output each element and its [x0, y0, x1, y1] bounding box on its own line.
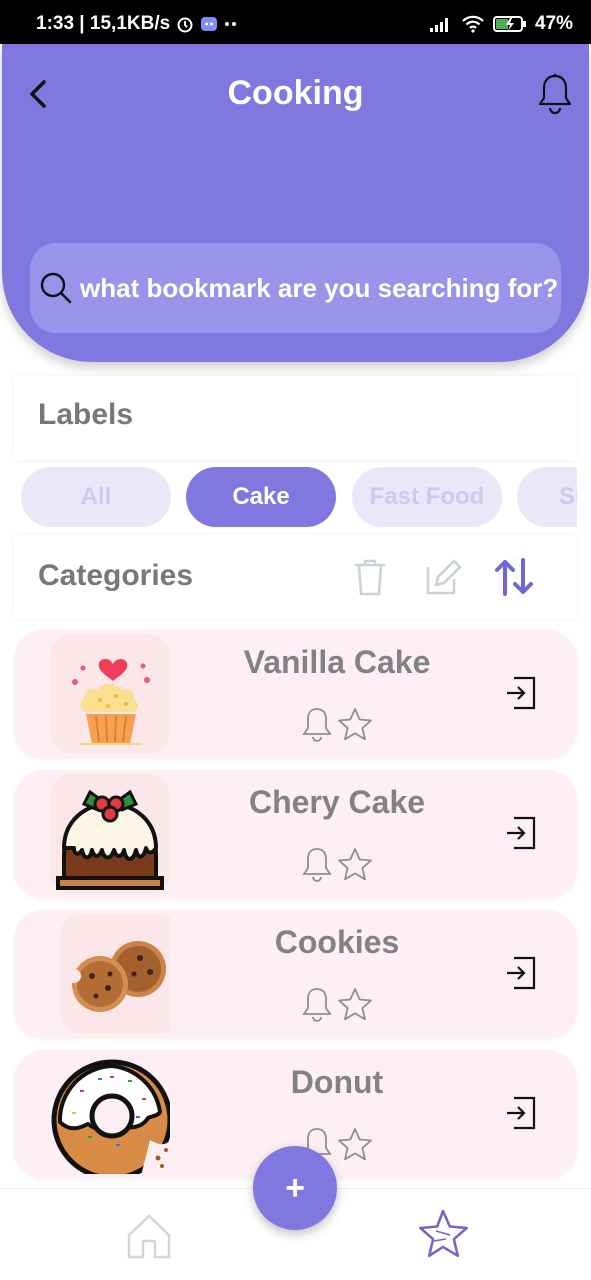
- status-bar: 1:33 | 15,1KB/s 47%: [0, 0, 591, 44]
- status-left: 1:33 | 15,1KB/s: [36, 13, 238, 35]
- discord-icon: [201, 17, 218, 31]
- home-icon[interactable]: [124, 1211, 174, 1261]
- chip-cake[interactable]: Cake: [186, 467, 336, 527]
- bell-icon[interactable]: [300, 986, 334, 1024]
- open-icon[interactable]: [504, 674, 538, 712]
- trash-icon: [354, 559, 386, 596]
- categories-title: Categories: [38, 559, 194, 592]
- battery-icon: [492, 16, 526, 32]
- more-dots-icon: [225, 22, 237, 26]
- notifications-button[interactable]: [535, 72, 575, 116]
- bell-icon[interactable]: [300, 846, 334, 884]
- categories-section: Categories: [14, 535, 577, 619]
- signal-icon: [429, 18, 448, 32]
- labels-section: Labels: [14, 376, 577, 460]
- battery-percent: 47%: [534, 13, 573, 34]
- item-name: Vanilla Cake: [243, 644, 431, 680]
- item-actions: [300, 986, 374, 1024]
- star-icon[interactable]: [336, 846, 374, 884]
- pudding-cake-icon: [50, 774, 170, 894]
- label-chips: All Cake Fast Food Su: [0, 467, 577, 527]
- star-icon[interactable]: [414, 1207, 472, 1265]
- search-icon: [40, 272, 72, 304]
- item-name: Donut: [290, 1064, 384, 1100]
- item-name: Chery Cake: [248, 784, 426, 820]
- cupcake-icon: [50, 634, 170, 754]
- cookies-icon: [60, 914, 170, 1034]
- item-actions: [300, 846, 374, 884]
- sort-icon: [495, 558, 533, 596]
- alarm-icon: [177, 17, 193, 33]
- bell-icon[interactable]: [300, 706, 334, 744]
- list-item[interactable]: Chery Cake: [14, 770, 577, 898]
- status-right: 47%: [429, 13, 573, 35]
- edit-button[interactable]: [420, 555, 464, 599]
- bell-icon: [538, 73, 572, 115]
- edit-icon: [426, 559, 462, 595]
- star-icon[interactable]: [336, 706, 374, 744]
- list-item[interactable]: Vanilla Cake: [14, 630, 577, 758]
- star-icon[interactable]: [336, 1126, 374, 1164]
- list-item[interactable]: Cookies: [14, 910, 577, 1038]
- donut-icon: [51, 1059, 170, 1174]
- open-icon[interactable]: [504, 814, 538, 852]
- open-icon[interactable]: [504, 954, 538, 992]
- item-actions: [300, 706, 374, 744]
- wifi-icon: [462, 15, 484, 33]
- open-icon[interactable]: [504, 1094, 538, 1132]
- item-name: Cookies: [274, 924, 400, 960]
- page-title: Cooking: [227, 74, 364, 112]
- star-icon[interactable]: [336, 986, 374, 1024]
- labels-title: Labels: [38, 398, 134, 431]
- search-bar[interactable]: [30, 243, 561, 333]
- status-time-speed: 1:33 | 15,1KB/s: [36, 13, 171, 34]
- search-input[interactable]: [80, 272, 560, 304]
- chip-fast-food[interactable]: Fast Food: [352, 467, 502, 527]
- sort-button[interactable]: [492, 555, 536, 599]
- add-button[interactable]: +: [253, 1146, 337, 1230]
- delete-button[interactable]: [348, 555, 392, 599]
- chip-all[interactable]: All: [21, 467, 171, 527]
- chip-su[interactable]: Su: [517, 467, 577, 527]
- header: Cooking: [2, 44, 589, 362]
